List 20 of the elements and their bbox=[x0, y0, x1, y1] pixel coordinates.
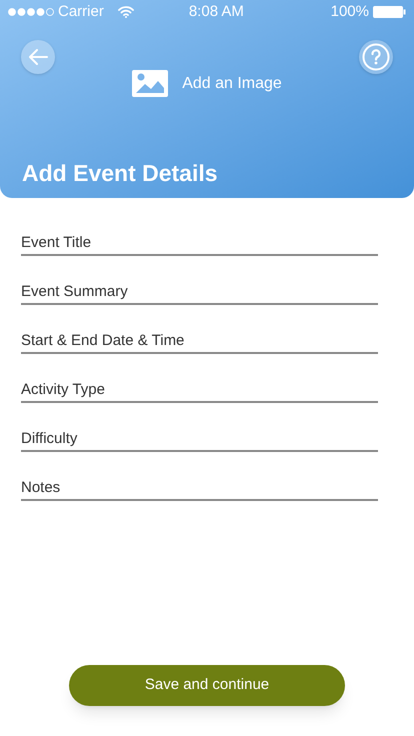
battery-icon bbox=[373, 6, 406, 18]
back-arrow-icon bbox=[28, 48, 48, 66]
text-field[interactable]: Event Summary bbox=[21, 271, 378, 305]
signal-icon bbox=[8, 8, 54, 16]
battery-label: 100% bbox=[330, 2, 369, 22]
carrier-label: Carrier bbox=[58, 2, 104, 22]
wifi-icon bbox=[118, 6, 134, 18]
help-button[interactable] bbox=[359, 40, 393, 74]
save-button[interactable]: Save and continue bbox=[69, 665, 345, 706]
text-field[interactable]: Start & End Date & Time bbox=[21, 320, 378, 354]
add-image-button[interactable]: Add an Image bbox=[132, 70, 282, 97]
text-field[interactable]: Activity Type bbox=[21, 369, 378, 403]
time-label: 8:08 AM bbox=[188, 2, 244, 22]
text-field[interactable]: Notes bbox=[21, 467, 378, 501]
text-field[interactable]: Event Title bbox=[21, 222, 378, 256]
help-icon bbox=[362, 43, 390, 71]
image-icon bbox=[132, 70, 168, 97]
back-button[interactable] bbox=[21, 40, 55, 74]
text-field[interactable]: Difficulty bbox=[21, 418, 378, 452]
page-title: Add Event Details bbox=[22, 158, 219, 188]
